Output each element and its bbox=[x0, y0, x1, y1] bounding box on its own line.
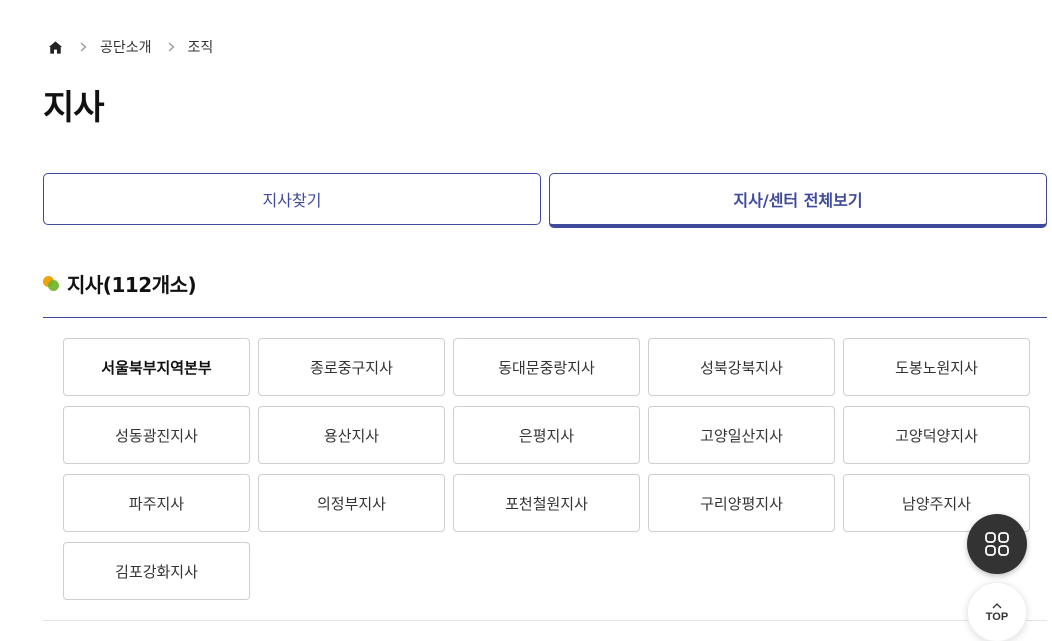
branch-item[interactable]: 도봉노원지사 bbox=[843, 338, 1030, 396]
branch-item[interactable]: 포천철원지사 bbox=[453, 474, 640, 532]
branch-item[interactable]: 성북강북지사 bbox=[648, 338, 835, 396]
branch-item[interactable]: 종로중구지사 bbox=[258, 338, 445, 396]
branch-item[interactable]: 성동광진지사 bbox=[63, 406, 250, 464]
tab-find-branch[interactable]: 지사찾기 bbox=[43, 173, 541, 225]
chevron-right-icon bbox=[168, 42, 175, 52]
branch-item[interactable]: 의정부지사 bbox=[258, 474, 445, 532]
branch-item[interactable]: 고양일산지사 bbox=[648, 406, 835, 464]
section-title: 지사(112개소) bbox=[67, 272, 197, 297]
chevron-up-icon bbox=[992, 602, 1002, 608]
quick-menu-button[interactable] bbox=[967, 514, 1027, 574]
section-header: 지사(112개소) bbox=[43, 268, 197, 298]
page: 공단소개 조직 지사 지사찾기 지사/센터 전체보기 지사(112개소) 서울북… bbox=[0, 0, 1052, 641]
page-title: 지사 bbox=[43, 88, 105, 128]
top-label: TOP bbox=[985, 610, 1009, 623]
branch-item[interactable]: 서울북부지역본부 bbox=[63, 338, 250, 396]
branch-item[interactable]: 구리양평지사 bbox=[648, 474, 835, 532]
branch-item[interactable]: 은평지사 bbox=[453, 406, 640, 464]
breadcrumb: 공단소개 조직 bbox=[46, 36, 213, 58]
breadcrumb-item-current[interactable]: 조직 bbox=[188, 37, 214, 57]
scroll-top-button[interactable]: TOP bbox=[967, 582, 1027, 641]
branch-grid: 서울북부지역본부 종로중구지사 동대문중랑지사 성북강북지사 도봉노원지사성동광진지사 용… bbox=[63, 338, 1030, 600]
tab-list: 지사찾기 지사/센터 전체보기 bbox=[43, 173, 1047, 229]
branch-item[interactable]: 용산지사 bbox=[258, 406, 445, 464]
branch-item[interactable]: 고양덕양지사 bbox=[843, 406, 1030, 464]
divider bbox=[43, 317, 1047, 318]
home-icon[interactable] bbox=[46, 38, 64, 56]
branch-item[interactable]: 김포강화지사 bbox=[63, 542, 250, 600]
branch-item[interactable]: 동대문중랑지사 bbox=[453, 338, 640, 396]
branch-item[interactable]: 파주지사 bbox=[63, 474, 250, 532]
tab-view-all[interactable]: 지사/센터 전체보기 bbox=[549, 173, 1047, 228]
bullet-dots-icon bbox=[43, 275, 59, 291]
divider bbox=[43, 620, 1047, 621]
grid-menu-icon bbox=[985, 532, 1009, 556]
breadcrumb-item[interactable]: 공단소개 bbox=[100, 37, 152, 57]
chevron-right-icon bbox=[80, 42, 87, 52]
